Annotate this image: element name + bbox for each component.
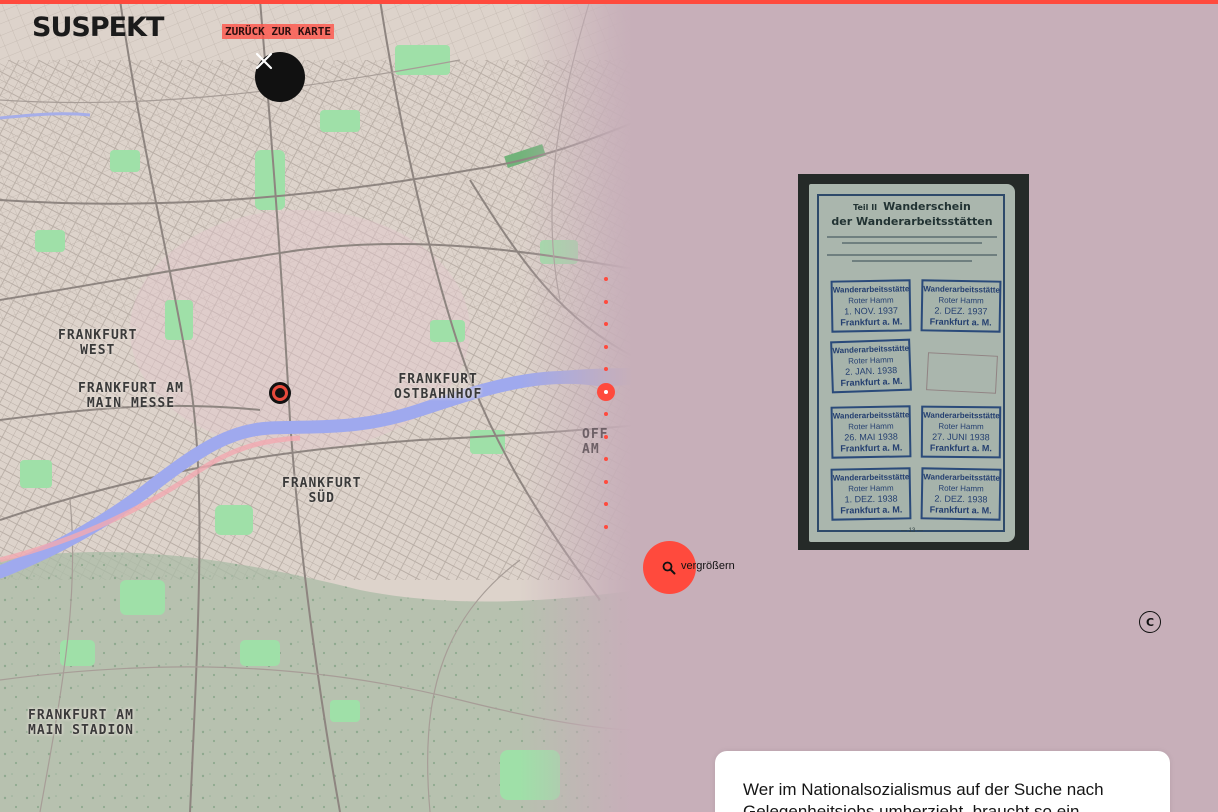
stamp-city: Frankfurt a. M. (929, 442, 992, 454)
stamp-city: Frankfurt a. M. (929, 316, 992, 328)
back-to-map-link[interactable]: ZURÜCK ZUR KARTE (222, 24, 334, 39)
city-map[interactable]: FRANKFURT WEST FRANKFURT AM MAIN MESSE F… (0, 0, 640, 812)
stamp-date: 2. DEZ. 1937 (934, 305, 988, 317)
story-text-card: Wer im Nationalsozialismus auf der Suche… (715, 751, 1170, 812)
brand-logo[interactable]: SUSPEKT (32, 12, 164, 43)
stamp-org: Wanderarbeitsstätte (923, 410, 1000, 421)
close-icon (255, 52, 273, 70)
stamp-5: Wanderarbeitsstätte Roter Hamm 27. JUNI … (920, 405, 1002, 459)
document-fine-print (842, 242, 982, 244)
magnifier-icon (662, 561, 675, 574)
stamp-org: Wanderarbeitsstätte (832, 343, 910, 356)
stamp-org: Wanderarbeitsstätte (832, 472, 910, 483)
stamp-date: 1. DEZ. 1938 (844, 493, 898, 505)
stamp-date: 1. NOV. 1937 (844, 305, 899, 317)
pager-dot[interactable] (604, 479, 608, 484)
story-pager (597, 277, 615, 539)
stamp-city: Frankfurt a. M. (840, 375, 903, 389)
stamp-2: Wanderarbeitsstätte Roter Hamm 2. DEZ. 1… (920, 279, 1002, 333)
location-pin-core (275, 388, 285, 398)
stamp-name: Roter Hamm (938, 295, 984, 306)
stamp-date: 2. JAN. 1938 (845, 365, 898, 377)
pager-dot[interactable] (604, 412, 608, 416)
stamp-3: Wanderarbeitsstätte Roter Hamm 2. JAN. 1… (830, 338, 912, 394)
district-label-messe: FRANKFURT AM MAIN MESSE (78, 381, 184, 411)
stamp-date: 26. MAI 1938 (844, 431, 898, 443)
stamp-name: Roter Hamm (938, 421, 984, 432)
zoom-label: vergrößern (681, 560, 735, 572)
stamp-6: Wanderarbeitsstätte Roter Hamm 1. DEZ. 1… (830, 467, 912, 521)
district-label-sued: FRANKFURT SÜD (282, 476, 362, 506)
stamp-city: Frankfurt a. M. (929, 504, 992, 516)
stamp-name: Roter Hamm (938, 483, 984, 494)
document-fine-print (827, 236, 997, 238)
zoom-button[interactable]: vergrößern (643, 541, 735, 594)
district-label-west: FRANKFURT WEST (58, 328, 138, 358)
pager-dot[interactable] (604, 524, 608, 529)
stamp-date: 2. DEZ. 1938 (934, 493, 988, 505)
pager-dot[interactable] (604, 502, 608, 506)
pager-dot[interactable] (604, 322, 608, 326)
location-pin-icon[interactable] (269, 382, 291, 404)
stamp-name: Roter Hamm (848, 483, 894, 494)
pager-dot[interactable] (604, 344, 608, 349)
district-label-ostbahnhof: FRANKFURT OSTBAHNHOF (394, 372, 483, 402)
stamp-org: Wanderarbeitsstätte (923, 284, 1000, 295)
document-part-label: Teil II (853, 203, 878, 212)
document-page: Teil II Wanderschein der Wanderarbeitsstä… (809, 184, 1015, 542)
document-fine-print (827, 254, 997, 256)
stamp-city: Frankfurt a. M. (840, 316, 903, 328)
pager-dot-active[interactable] (597, 382, 615, 401)
document-fine-print (852, 260, 972, 262)
document-page-number: — 13 — (900, 528, 923, 534)
stamp-4: Wanderarbeitsstätte Roter Hamm 26. MAI 1… (830, 405, 912, 459)
stamp-name: Roter Hamm (848, 295, 894, 306)
stamp-date: 27. JUNI 1938 (932, 431, 990, 443)
stamp-name: Roter Hamm (848, 421, 894, 432)
stamp-org: Wanderarbeitsstätte (923, 472, 1000, 483)
pager-dot[interactable] (604, 277, 608, 281)
pager-dot[interactable] (604, 367, 608, 371)
close-button[interactable] (255, 52, 305, 102)
document-title-main: Wanderschein (883, 200, 971, 213)
stamp-city: Frankfurt a. M. (840, 504, 903, 516)
stamp-1: Wanderarbeitsstätte Roter Hamm 1. NOV. 1… (830, 279, 912, 333)
stamp-org: Wanderarbeitsstätte (832, 284, 910, 295)
faded-stamp (926, 352, 998, 394)
top-accent-bar (0, 0, 1218, 4)
document-image[interactable]: Teil II Wanderschein der Wanderarbeitsstä… (798, 174, 1029, 550)
document-title-line2: der Wanderarbeitsstätten (831, 215, 993, 228)
pager-dot[interactable] (604, 434, 608, 439)
copyright-icon[interactable]: C (1139, 611, 1161, 633)
story-text: Wer im Nationalsozialismus auf der Suche… (743, 780, 1104, 812)
pager-dot[interactable] (604, 457, 608, 461)
stamp-city: Frankfurt a. M. (840, 442, 903, 454)
stamp-org: Wanderarbeitsstätte (832, 410, 910, 421)
pager-dot[interactable] (604, 299, 608, 304)
stamp-name: Roter Hamm (847, 355, 894, 366)
document-title-line1: Teil II Wanderschein (809, 200, 1015, 213)
stamp-7: Wanderarbeitsstätte Roter Hamm 2. DEZ. 1… (920, 467, 1002, 521)
district-label-stadion: FRANKFURT AM MAIN STADION (28, 708, 134, 738)
